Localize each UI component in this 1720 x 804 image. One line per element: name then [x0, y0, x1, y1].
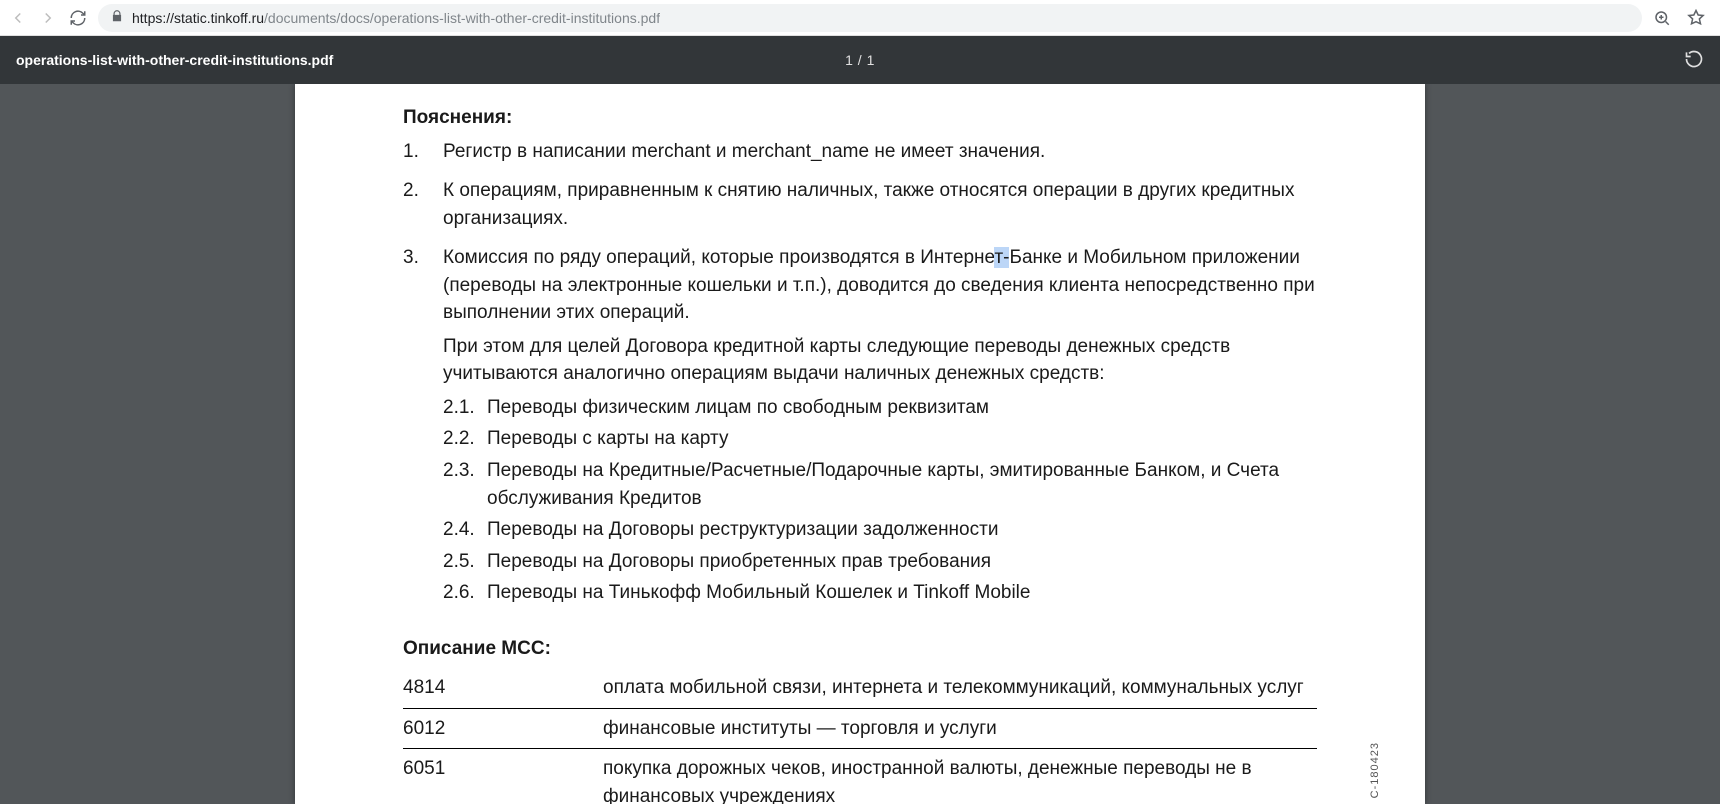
- table-row: 6012финансовые институты — торговля и ус…: [403, 708, 1317, 749]
- sub-list-text: Переводы на Кредитные/Расчетные/Подарочн…: [487, 457, 1317, 512]
- browser-right-icons: [1652, 8, 1712, 28]
- pdf-page: Пояснения: 1. Регистр в написании merchan…: [295, 84, 1425, 804]
- mcc-code: 4814: [403, 668, 603, 708]
- sub-list-text: Переводы на Договоры приобретенных прав …: [487, 548, 1317, 576]
- pdf-toolbar: operations-list-with-other-credit-instit…: [0, 36, 1720, 84]
- mcc-description: оплата мобильной связи, интернета и теле…: [603, 668, 1317, 708]
- pdf-page-indicator: 1 / 1: [845, 52, 875, 68]
- sub-list-number: 2.2.: [443, 425, 473, 453]
- browser-toolbar: https://static.tinkoff.ru/documents/docs…: [0, 0, 1720, 36]
- sub-list-text: Переводы физическим лицам по свободным р…: [487, 394, 1317, 422]
- table-row: 6051покупка дорожных чеков, иностранной …: [403, 749, 1317, 804]
- list-body: Регистр в написании merchant и merchant_…: [443, 138, 1317, 172]
- document-side-code: С-180423: [1369, 742, 1381, 798]
- url-text: https://static.tinkoff.ru/documents/docs…: [132, 10, 660, 26]
- pdf-filename: operations-list-with-other-credit-instit…: [16, 52, 333, 68]
- reload-icon[interactable]: [68, 8, 88, 28]
- mcc-code: 6012: [403, 708, 603, 749]
- sub-list-number: 2.3.: [443, 457, 473, 512]
- list-number: 2.: [403, 177, 421, 238]
- explanations-item: 1. Регистр в написании merchant и merchan…: [403, 138, 1317, 172]
- paragraph: Регистр в написании merchant и merchant_…: [443, 138, 1317, 166]
- sub-list-item: 2.5. Переводы на Договоры приобретенных п…: [443, 548, 1317, 576]
- pdf-viewer[interactable]: Пояснения: 1. Регистр в написании merchan…: [0, 84, 1720, 804]
- paragraph: При этом для целей Договора кредитной ка…: [443, 333, 1317, 388]
- sub-list-number: 2.1.: [443, 394, 473, 422]
- sub-list-item: 2.3. Переводы на Кредитные/Расчетные/Пода…: [443, 457, 1317, 512]
- sub-list-text: Переводы на Тинькофф Мобильный Кошелек и…: [487, 579, 1317, 607]
- lock-icon: [110, 9, 124, 26]
- sub-list-number: 2.4.: [443, 516, 473, 544]
- explanations-heading: Пояснения:: [403, 104, 1317, 132]
- list-number: 3.: [403, 244, 421, 611]
- sub-list: 2.1. Переводы физическим лицам по свободн…: [443, 394, 1317, 607]
- sub-list-number: 2.5.: [443, 548, 473, 576]
- document-content: Пояснения: 1. Регистр в написании merchan…: [403, 104, 1317, 804]
- explanations-item: 2. К операциям, приравненным к снятию нал…: [403, 177, 1317, 238]
- star-icon[interactable]: [1686, 8, 1706, 28]
- paragraph: Комиссия по ряду операций, которые произ…: [443, 244, 1317, 327]
- sub-list-text: Переводы на Договоры реструктуризации за…: [487, 516, 1317, 544]
- paragraph: К операциям, приравненным к снятию налич…: [443, 177, 1317, 232]
- table-row: 4814оплата мобильной связи, интернета и …: [403, 668, 1317, 708]
- list-number: 1.: [403, 138, 421, 172]
- url-path: /documents/docs/operations-list-with-oth…: [264, 10, 660, 26]
- sub-list-text: Переводы с карты на карту: [487, 425, 1317, 453]
- forward-icon[interactable]: [38, 8, 58, 28]
- sub-list-number: 2.6.: [443, 579, 473, 607]
- mcc-table: 4814оплата мобильной связи, интернета и …: [403, 668, 1317, 804]
- zoom-icon[interactable]: [1652, 8, 1672, 28]
- url-host: https://static.tinkoff.ru: [132, 10, 264, 26]
- explanations-item: 3. Комиссия по ряду операций, которые про…: [403, 244, 1317, 611]
- mcc-description: покупка дорожных чеков, иностранной валю…: [603, 749, 1317, 804]
- mcc-description: финансовые институты — торговля и услуги: [603, 708, 1317, 749]
- list-body: К операциям, приравненным к снятию налич…: [443, 177, 1317, 238]
- list-body: Комиссия по ряду операций, которые произ…: [443, 244, 1317, 611]
- text-highlight: т-: [994, 247, 1009, 268]
- sub-list-item: 2.4. Переводы на Договоры реструктуризаци…: [443, 516, 1317, 544]
- sub-list-item: 2.2. Переводы с карты на карту: [443, 425, 1317, 453]
- sub-list-item: 2.1. Переводы физическим лицам по свободн…: [443, 394, 1317, 422]
- mcc-code: 6051: [403, 749, 603, 804]
- back-icon[interactable]: [8, 8, 28, 28]
- mcc-heading: Описание МСС:: [403, 635, 1317, 663]
- explanations-list: 1. Регистр в написании merchant и merchan…: [403, 138, 1317, 611]
- rotate-icon[interactable]: [1684, 49, 1704, 72]
- address-bar[interactable]: https://static.tinkoff.ru/documents/docs…: [98, 4, 1642, 32]
- sub-list-item: 2.6. Переводы на Тинькофф Мобильный Кошел…: [443, 579, 1317, 607]
